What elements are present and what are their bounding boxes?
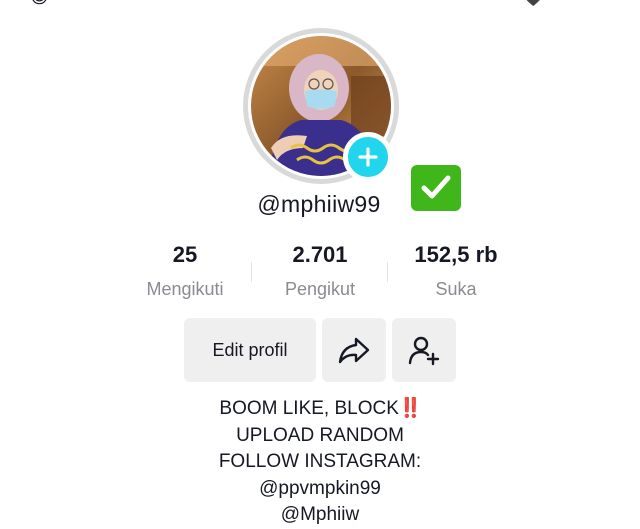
- bio-text: BOOM LIKE, BLOCK: [219, 398, 399, 419]
- bio: BOOM LIKE, BLOCK‼️ UPLOAD RANDOM FOLLOW …: [0, 396, 640, 529]
- bio-line: BOOM LIKE, BLOCK‼️: [0, 396, 640, 423]
- double-exclamation-icon: ‼️: [398, 398, 423, 419]
- stat-following[interactable]: 25 Mengikuti: [135, 242, 235, 300]
- edit-profile-button[interactable]: Edit profil: [184, 318, 316, 382]
- emoji-partial-icon: 🖤: [522, 0, 544, 6]
- bio-line: @Mphiiw: [280, 504, 360, 525]
- stat-divider: [387, 262, 388, 282]
- username-row: @mphiiw99: [0, 191, 640, 218]
- plus-icon: [358, 147, 378, 167]
- add-friend-button[interactable]: [392, 318, 456, 382]
- stat-followers[interactable]: 2.701 Pengikut: [270, 242, 370, 300]
- share-arrow-icon: [338, 337, 370, 364]
- stat-label: Suka: [435, 279, 477, 299]
- profile-screen: 😊 🖤: [0, 0, 640, 529]
- avatar-container[interactable]: [243, 28, 399, 184]
- emoji-partial-icon: 😊: [30, 0, 49, 6]
- stat-likes[interactable]: 152,5 rb Suka: [401, 242, 511, 300]
- bio-line: @ppvmpkin99: [259, 477, 381, 499]
- add-story-button[interactable]: [343, 132, 393, 182]
- stat-value: 25: [172, 242, 198, 267]
- bio-line: FOLLOW INSTAGRAM:: [218, 451, 422, 472]
- check-mark-emoji-icon: [411, 165, 461, 211]
- stat-label: Pengikut: [284, 279, 356, 299]
- stat-value: 2.701: [292, 242, 348, 267]
- add-user-icon: [408, 336, 440, 366]
- stat-label: Mengikuti: [146, 279, 224, 299]
- share-profile-button[interactable]: [322, 318, 386, 382]
- stat-divider: [251, 262, 252, 282]
- stat-value: 152,5 rb: [414, 242, 498, 267]
- bio-line: UPLOAD RANDOM: [236, 424, 404, 446]
- username: @mphiiw99: [257, 191, 381, 217]
